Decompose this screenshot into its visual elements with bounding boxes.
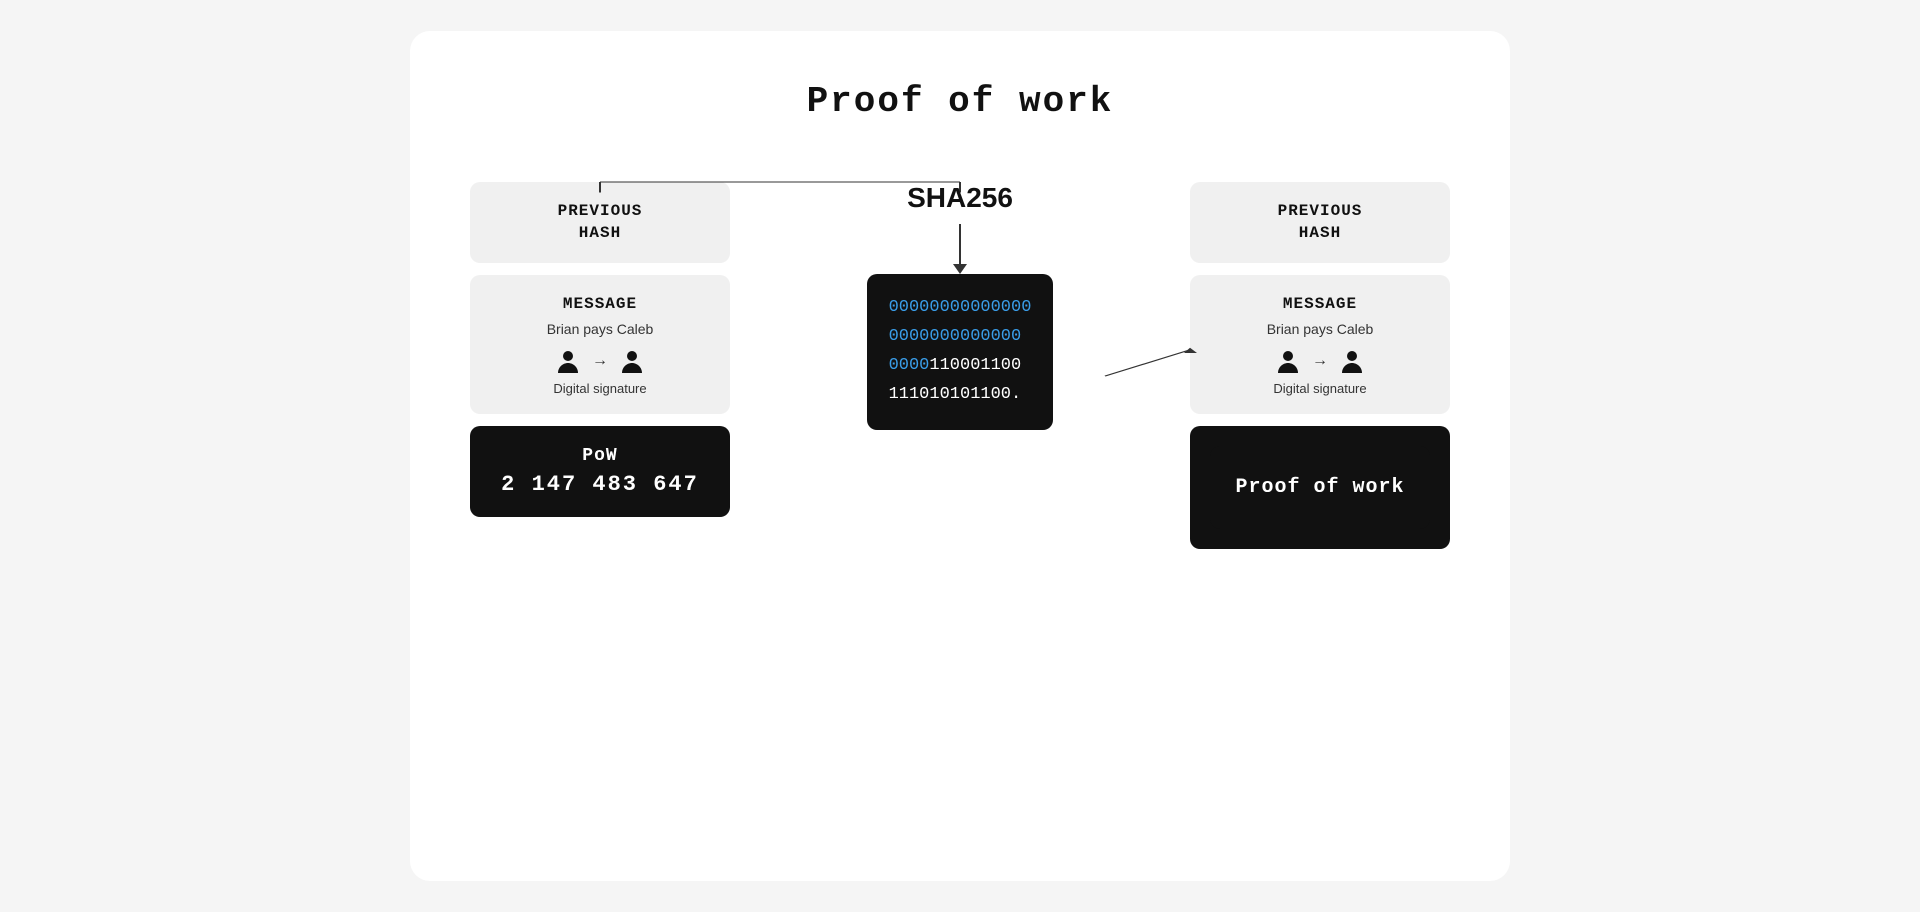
left-block-column: PREVIOUSHASH MESSAGE Brian pays Caleb → bbox=[470, 182, 730, 517]
right-block-column: PREVIOUSHASH MESSAGE Brian pays Caleb → bbox=[1190, 182, 1450, 549]
left-pow-number: 2 147 483 647 bbox=[490, 472, 710, 497]
sha-column: SHA256 00000000000000 0000000000000 0000… bbox=[820, 182, 1100, 430]
left-digital-signature-label: Digital signature bbox=[490, 381, 710, 396]
left-sender-icon bbox=[554, 347, 582, 375]
left-message-card: MESSAGE Brian pays Caleb → Digital signa… bbox=[470, 275, 730, 414]
hash-line-3: 0000110001100 bbox=[889, 352, 1032, 381]
right-receiver-icon bbox=[1338, 347, 1366, 375]
sha-arrow-down bbox=[953, 224, 967, 274]
left-transfer-arrow: → bbox=[592, 352, 608, 370]
hash-line-2: 0000000000000 bbox=[889, 323, 1032, 352]
hash-line-4: 111010101100. bbox=[889, 381, 1032, 410]
diagram-area: PREVIOUSHASH MESSAGE Brian pays Caleb → bbox=[470, 182, 1450, 549]
right-digital-signature-label: Digital signature bbox=[1210, 381, 1430, 396]
sha-arrow-head bbox=[953, 264, 967, 274]
left-pow-card: PoW 2 147 483 647 bbox=[470, 426, 730, 517]
right-previous-hash-label: PREVIOUSHASH bbox=[1210, 200, 1430, 245]
right-message-sub: Brian pays Caleb bbox=[1210, 321, 1430, 337]
right-persons-row: → bbox=[1210, 347, 1430, 375]
page-title: Proof of work bbox=[807, 81, 1114, 122]
main-canvas: Proof of work PREVIOUSHASH MESSAGE Brian… bbox=[410, 31, 1510, 881]
left-message-title: MESSAGE bbox=[490, 293, 710, 315]
right-pow-card: Proof of work bbox=[1190, 426, 1450, 549]
right-message-card: MESSAGE Brian pays Caleb → Digital signa… bbox=[1190, 275, 1450, 414]
hash-output-box: 00000000000000 0000000000000 00001100011… bbox=[867, 274, 1054, 430]
left-previous-hash-label: PREVIOUSHASH bbox=[490, 200, 710, 245]
right-transfer-arrow: → bbox=[1312, 352, 1328, 370]
right-message-title: MESSAGE bbox=[1210, 293, 1430, 315]
left-message-sub: Brian pays Caleb bbox=[490, 321, 710, 337]
left-pow-title: PoW bbox=[490, 446, 710, 466]
left-persons-row: → bbox=[490, 347, 710, 375]
sha-arrow-line bbox=[959, 224, 961, 264]
right-previous-hash-card: PREVIOUSHASH bbox=[1190, 182, 1450, 263]
right-sender-icon bbox=[1274, 347, 1302, 375]
proof-of-work-label: Proof of work bbox=[1210, 446, 1430, 529]
sha-title: SHA256 bbox=[907, 182, 1013, 214]
hash-line-1: 00000000000000 bbox=[889, 294, 1032, 323]
left-receiver-icon bbox=[618, 347, 646, 375]
left-previous-hash-card: PREVIOUSHASH bbox=[470, 182, 730, 263]
